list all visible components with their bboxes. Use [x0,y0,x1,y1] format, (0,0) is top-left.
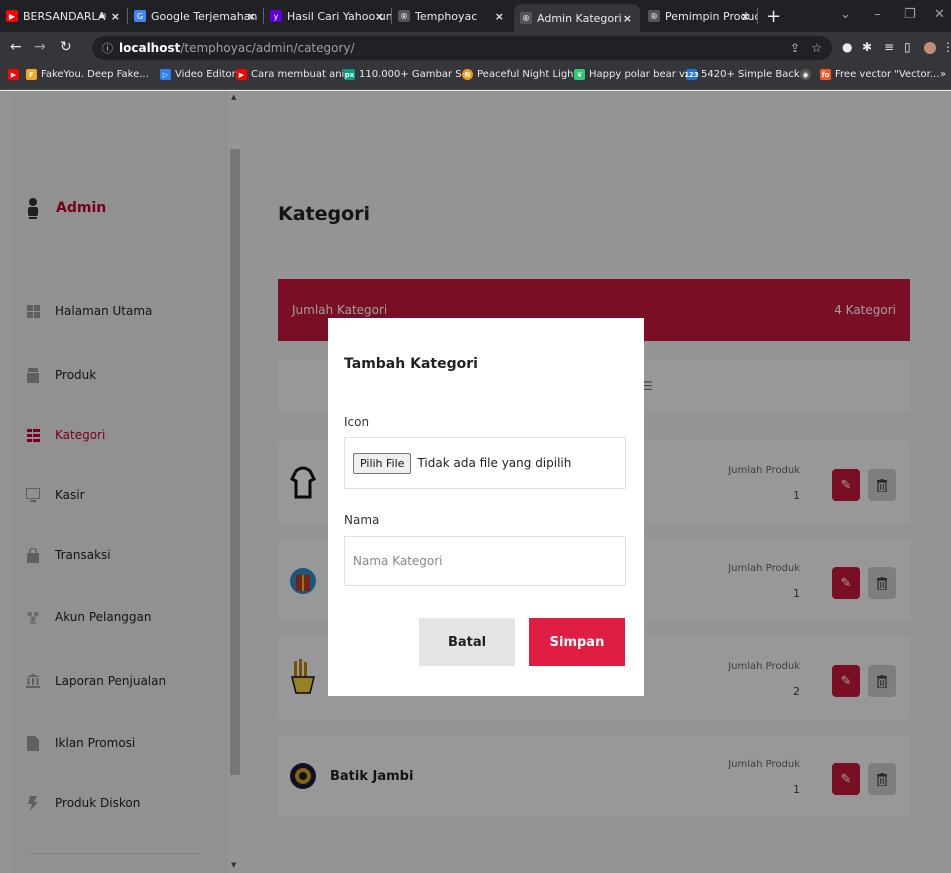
bookmark-youtube[interactable]: ▶ [8,69,23,80]
choose-file-button[interactable]: Pilih File [353,452,412,474]
bookmark-unnamed[interactable]: ◉ [800,69,815,80]
speaker-icon[interactable]: 🔊︎ [100,11,106,22]
bookmark-label: Free vector "Vector... [835,69,940,80]
bookmark-label: Peaceful Night Ligh... [477,69,584,80]
modal-title: Tambah Kategori [344,356,478,372]
bookmark-video-editor[interactable]: ▷ Video Editor [160,69,236,80]
bookmark-polar-bear[interactable]: ❦ Happy polar bear v... [574,69,694,80]
bookmark-label: Happy polar bear v... [589,69,694,80]
page: ▲ ▼ Admin Halaman Utama Produk Kategori … [0,91,951,873]
cancel-button[interactable]: Batal [419,618,515,666]
url-path: /temphoyac/admin/category/ [180,41,355,55]
reading-list-icon[interactable]: ≡ [884,40,894,54]
close-icon[interactable]: × [495,10,504,23]
globe-icon: ◉ [800,69,811,80]
restore-icon[interactable]: ❐ [904,7,916,22]
tab-search-icon[interactable]: ⌄ [840,7,851,22]
close-icon[interactable]: × [623,12,632,25]
close-icon[interactable]: × [375,10,384,23]
site-icon: ® [398,10,410,22]
minimize-icon[interactable]: – [874,7,881,22]
youtube-icon: ▶ [236,69,247,80]
url-field[interactable]: ⓘ localhost /temphoyac/admin/category/ ⇪… [92,36,832,60]
bookmark-label: Video Editor [175,69,236,80]
add-category-modal: Tambah Kategori Icon Pilih File Tidak ad… [328,318,644,696]
pixabay-icon: px [344,69,355,80]
back-icon[interactable]: ← [10,39,22,55]
youtube-icon: ▶ [6,10,18,22]
bookmark-cara-membuat[interactable]: ▶ Cara membuat ani... [236,69,354,80]
yahoo-icon: y [270,10,282,22]
bookmark-label: FakeYou. Deep Fake... [41,69,149,80]
extensions-icon[interactable]: ✱ [862,40,872,54]
leaf-icon: ❦ [574,69,585,80]
bookmark-label: 110.000+ Gambar S... [359,69,472,80]
forward-icon[interactable]: → [34,39,46,55]
file-status-text: Tidak ada file yang dipilih [417,456,572,470]
icon-file-input[interactable]: Pilih File Tidak ada file yang dipilih [344,437,626,489]
name-field-label: Nama [344,513,380,527]
translate-icon: G [134,10,146,22]
opera-icon[interactable]: ● [842,40,852,54]
bookmark-free-vector[interactable]: fo Free vector "Vector... [820,69,939,80]
bookmark-label: 5420+ Simple Back... [701,69,810,80]
close-icon[interactable]: × [111,10,120,23]
bookmarks-more-label: » [940,69,947,80]
icon-field-label: Icon [344,415,370,429]
site-icon: ® [520,12,532,24]
site-icon: ® [648,10,660,22]
bookmark-pixabay[interactable]: px 110.000+ Gambar S... [344,69,471,80]
site-icon: N [462,69,473,80]
category-name-input[interactable] [344,536,626,586]
bookmark-peaceful-night[interactable]: N Peaceful Night Ligh... [462,69,583,80]
close-window-icon[interactable]: ✕ [934,7,945,22]
star-icon[interactable]: ☆ [811,41,822,55]
url-host: localhost [119,41,181,55]
share-icon[interactable]: ⇪ [790,41,800,55]
reload-icon[interactable]: ↻ [60,39,72,55]
bookmark-simple-back[interactable]: 123 5420+ Simple Back... [684,69,810,80]
play-icon: ▷ [160,69,171,80]
bookmark-label: Cara membuat ani... [251,69,354,80]
bookmarks-bar: ▶ F FakeYou. Deep Fake... ▷ Video Editor ▶… [0,64,951,90]
site-icon: fo [820,69,831,80]
side-panel-icon[interactable]: ▯ [904,40,911,54]
site-icon: 123 [684,69,699,80]
save-button[interactable]: Simpan [529,618,625,666]
address-bar: ← → ↻ ⓘ localhost /temphoyac/admin/categ… [0,32,951,64]
bookmark-fakeyou[interactable]: F FakeYou. Deep Fake... [26,69,149,80]
browser-tab-pemimpin-product[interactable]: ® Pemimpin Product × [642,0,758,32]
bookmarks-more-button[interactable]: » [940,69,946,80]
browser-tab-bar: ▶ BERSANDARLA 🔊︎ × G Google Terjemahan ×… [0,0,951,32]
browser-tab-admin-kategori[interactable]: ® Admin Kategori × [514,4,640,32]
browser-tab-bersandarla[interactable]: ▶ BERSANDARLA 🔊︎ × [0,0,128,32]
close-icon[interactable]: × [741,10,750,23]
info-icon[interactable]: ⓘ [102,40,113,56]
browser-tab-google-translate[interactable]: G Google Terjemahan × [128,0,264,32]
profile-avatar[interactable] [924,42,936,54]
browser-tab-yahoo[interactable]: y Hasil Cari Yahoo un × [264,0,392,32]
new-tab-button[interactable]: + [766,6,781,27]
fakeyou-icon: F [26,69,37,80]
browser-tab-temphoyac[interactable]: ® Temphoyac × [392,0,512,32]
youtube-icon: ▶ [8,69,19,80]
menu-icon[interactable]: ⋮ [942,40,951,54]
close-icon[interactable]: × [247,10,256,23]
